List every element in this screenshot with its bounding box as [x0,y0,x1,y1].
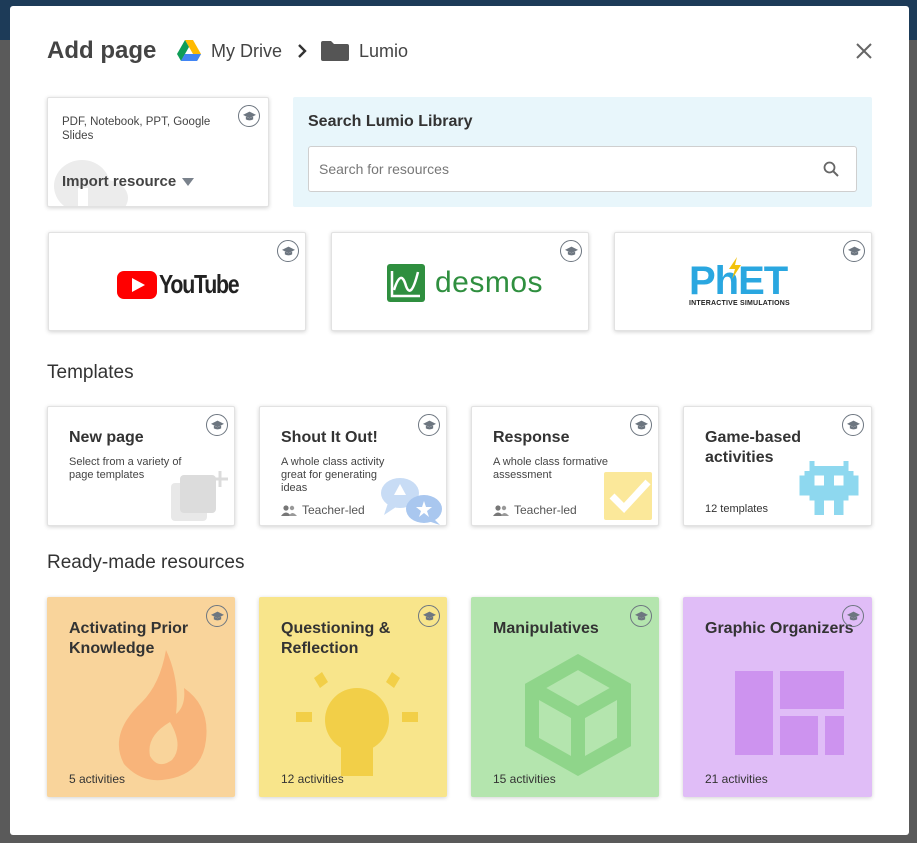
graduation-cap-icon [842,605,864,627]
template-title: Response [493,429,570,446]
google-drive-icon [177,40,201,62]
search-panel-title: Search Lumio Library [308,113,473,130]
resource-card-questioning-reflection[interactable]: Questioning & Reflection 12 activities [259,597,447,797]
import-resource-label: Import resource [62,173,177,190]
speech-bubbles-icon [378,477,444,525]
space-invader-icon [798,461,860,520]
desmos-card[interactable]: desmos [331,232,589,331]
teacher-led-label: Teacher-led [493,503,577,517]
resource-card-manipulatives[interactable]: Manipulatives 15 activities [471,597,659,797]
resource-title: Graphic Organizers [705,620,854,637]
template-count: 12 templates [705,503,768,515]
phet-tagline: INTERACTIVE SIMULATIONS [689,300,790,307]
lightning-bolt-icon [729,257,741,279]
graduation-cap-icon [206,414,228,436]
search-input[interactable] [309,147,789,191]
search-icon[interactable] [823,161,839,182]
import-resource-button[interactable]: Import resource [62,173,195,190]
desmos-logo: desmos [387,264,543,302]
resource-title: Activating Prior Knowledge [69,620,189,657]
phet-card[interactable]: PhET INTERACTIVE SIMULATIONS [614,232,872,331]
graduation-cap-icon [206,605,228,627]
resource-title: Manipulatives [493,620,599,637]
youtube-wordmark: YouTube [159,269,240,299]
resource-title: Questioning & Reflection [281,620,391,657]
graduation-cap-icon [630,414,652,436]
teacher-led-text: Teacher-led [302,503,365,517]
template-card-response[interactable]: Response A whole class formative assessm… [471,406,659,526]
import-formats: PDF, Notebook, PPT, Google Slides [62,116,211,142]
close-icon[interactable] [852,39,876,63]
template-description: A whole class activity great for generat… [281,456,385,494]
teacher-led-label: Teacher-led [281,503,365,517]
teacher-led-text: Teacher-led [514,503,577,517]
youtube-logo: YouTube [117,269,256,300]
import-resource-card[interactable]: PDF, Notebook, PPT, Google Slides Import… [47,97,269,207]
caret-down-icon [182,177,195,186]
graduation-cap-icon [842,414,864,436]
people-icon [281,504,297,516]
template-title: Shout It Out! [281,429,378,446]
template-card-game-based[interactable]: Game-based activities 12 templates [683,406,872,526]
graduation-cap-icon [418,414,440,436]
phet-logo: PhET INTERACTIVE SIMULATIONS [689,257,799,311]
add-page-icon [168,469,232,525]
people-icon [493,504,509,516]
dialog-title: Add page [47,37,157,64]
templates-heading: Templates [47,362,134,383]
ready-made-heading: Ready-made resources [47,552,245,573]
activity-count: 12 activities [281,772,344,786]
graduation-cap-icon [418,605,440,627]
template-card-shout-it-out[interactable]: Shout It Out! A whole class activity gre… [259,406,447,526]
youtube-card[interactable]: YouTube [48,232,306,331]
graduation-cap-icon [560,240,582,262]
graduation-cap-icon [843,240,865,262]
resource-card-activating-prior-knowledge[interactable]: Activating Prior Knowledge 5 activities [47,597,235,797]
graduation-cap-icon [238,105,260,127]
folder-icon [321,41,349,66]
search-box [308,146,857,192]
template-card-new-page[interactable]: New page Select from a variety of page t… [47,406,235,526]
activity-count: 5 activities [69,772,126,786]
lumio-library-search-panel: Search Lumio Library [293,97,872,207]
chevron-right-icon [296,43,308,64]
activity-count: 15 activities [493,772,556,786]
flame-icon [106,648,210,787]
template-title: New page [69,429,144,446]
lightbulb-icon [296,672,418,781]
breadcrumb-lumio[interactable]: Lumio [359,41,408,62]
add-page-dialog: Add page My Drive Lumio PDF, Notebook, P… [10,6,909,835]
cube-icon [524,653,632,781]
activity-count: 21 activities [705,772,768,786]
template-description: A whole class formative assessment [493,456,608,481]
graduation-cap-icon [630,605,652,627]
resource-card-graphic-organizers[interactable]: Graphic Organizers 21 activities [683,597,872,797]
layout-grid-icon [735,671,845,760]
desmos-wordmark: desmos [435,266,544,299]
breadcrumb-my-drive[interactable]: My Drive [211,41,282,62]
graduation-cap-icon [277,240,299,262]
checkmark-icon [604,472,652,525]
